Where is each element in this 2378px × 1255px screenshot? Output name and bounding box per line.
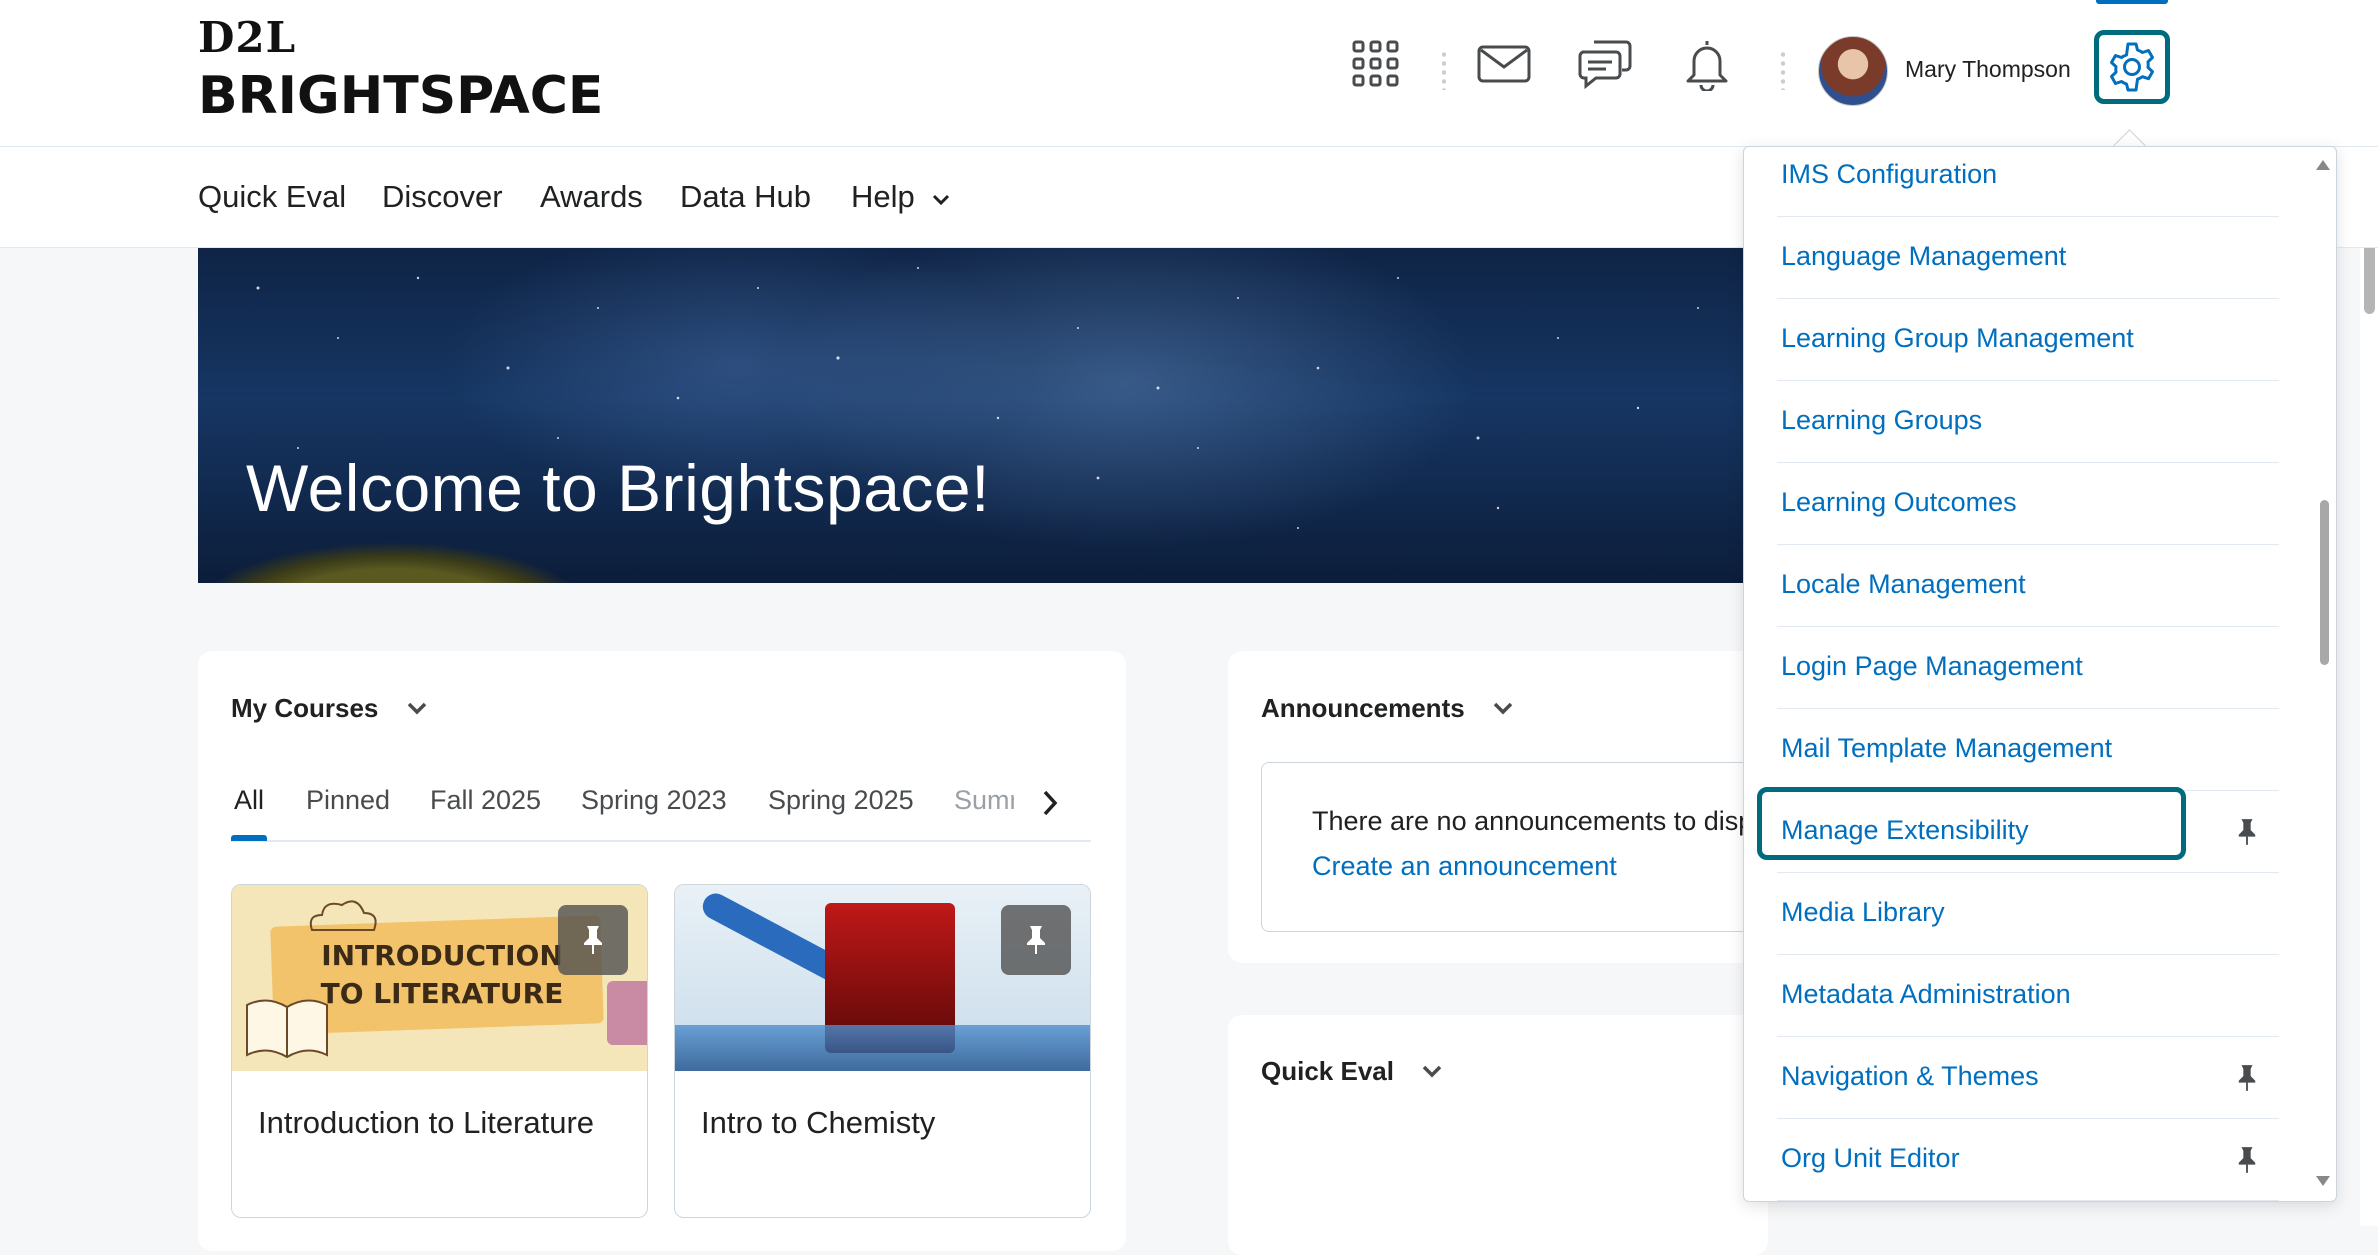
dropdown-scrollbar[interactable] (2317, 155, 2329, 1190)
gear-active-indicator (2096, 0, 2168, 4)
menu-item-label: Learning Groups (1781, 405, 1983, 435)
nav-discover[interactable]: Discover (382, 179, 503, 215)
my-courses-title: My Courses (231, 693, 379, 723)
nav-awards[interactable]: Awards (540, 179, 643, 215)
menu-item-metadata-administration[interactable]: Metadata Administration (1777, 955, 2279, 1037)
admin-tools-dropdown: IMS Configuration Language Management Le… (1743, 146, 2337, 1202)
logo-brightspace-text: BRIGHTSPACE (198, 66, 604, 126)
tab-fall-2025[interactable]: Fall 2025 (430, 785, 541, 816)
course-name: Introduction to Literature (258, 1105, 595, 1140)
user-avatar[interactable] (1818, 36, 1888, 106)
dropdown-scrollbar-thumb[interactable] (2320, 500, 2329, 665)
chevron-right-icon[interactable] (1040, 788, 1060, 818)
menu-item-label: Mail Template Management (1781, 733, 2113, 763)
logo-d2l-text: D2L (198, 13, 297, 62)
cloud-icon (309, 900, 377, 931)
announcements-title: Announcements (1261, 693, 1465, 723)
create-announcement-link[interactable]: Create an announcement (1312, 851, 1617, 882)
brightspace-logo[interactable]: D2L BRIGHTSPACE (198, 13, 604, 127)
user-name[interactable]: Mary Thompson (1905, 56, 2071, 83)
mail-icon[interactable] (1474, 34, 1534, 94)
chevron-down-icon[interactable] (1420, 1063, 1444, 1079)
menu-item-label: Org Unit Editor (1781, 1143, 1960, 1173)
pin-icon[interactable] (2236, 1063, 2258, 1093)
pin-icon[interactable] (2236, 817, 2258, 847)
active-tab-indicator (231, 835, 267, 841)
menu-item-label: Navigation & Themes (1781, 1061, 2039, 1091)
gear-icon (2106, 41, 2158, 93)
header-separator (1442, 50, 1446, 90)
tab-spring-2023[interactable]: Spring 2023 (581, 785, 727, 816)
admin-tools-button[interactable] (2094, 30, 2170, 104)
menu-item-mail-template-management[interactable]: Mail Template Management (1777, 709, 2279, 791)
menu-item-learning-outcomes[interactable]: Learning Outcomes (1777, 463, 2279, 545)
course-image-water (675, 1025, 1090, 1071)
menu-item-learning-groups[interactable]: Learning Groups (1777, 381, 2279, 463)
pin-icon[interactable] (2236, 1145, 2258, 1175)
pin-icon (1027, 926, 1045, 954)
menu-item-locale-management[interactable]: Locale Management (1777, 545, 2279, 627)
bell-icon[interactable] (1677, 34, 1737, 94)
header-separator (1781, 50, 1785, 90)
nav-help[interactable]: Help (851, 179, 951, 215)
chevron-down-icon[interactable] (405, 700, 429, 716)
menu-item-ims-configuration[interactable]: IMS Configuration (1777, 147, 2279, 217)
nav-help-label: Help (851, 179, 915, 214)
menu-item-label: Language Management (1781, 241, 2067, 271)
menu-item-media-library[interactable]: Media Library (1777, 873, 2279, 955)
menu-item-org-unit-editor[interactable]: Org Unit Editor (1777, 1119, 2279, 1201)
pin-icon (584, 926, 602, 954)
menu-item-label: Media Library (1781, 897, 1945, 927)
tab-spring-2025[interactable]: Spring 2025 (768, 785, 914, 816)
nav-quick-eval[interactable]: Quick Eval (198, 179, 346, 215)
chat-icon[interactable] (1575, 34, 1635, 94)
tabs-underline (231, 840, 1091, 842)
tab-all[interactable]: All (234, 785, 264, 816)
menu-item-navigation-themes[interactable]: Navigation & Themes (1777, 1037, 2279, 1119)
menu-item-login-page-management[interactable]: Login Page Management (1777, 627, 2279, 709)
nav-data-hub[interactable]: Data Hub (680, 179, 811, 215)
course-tile[interactable]: INTRODUCTION TO LITERATURE Introduction … (231, 884, 648, 1218)
course-image-text: INTRODUCTION TO LITERATURE (320, 939, 564, 1010)
quick-eval-title: Quick Eval (1261, 1056, 1394, 1086)
menu-item-label: Learning Outcomes (1781, 487, 2017, 517)
menu-item-language-management[interactable]: Language Management (1777, 217, 2279, 299)
menu-item-learning-group-management[interactable]: Learning Group Management (1777, 299, 2279, 381)
book-icon (246, 999, 328, 1059)
scroll-down-arrow-icon[interactable] (2316, 1176, 2330, 1186)
waffle-icon[interactable] (1346, 34, 1406, 94)
focus-ring (1757, 787, 2186, 860)
top-header: D2L BRIGHTSPACE Mary Thompson (0, 0, 2378, 147)
pin-button[interactable] (558, 905, 628, 975)
course-name: Intro to Chemisty (701, 1105, 936, 1140)
announcements-empty-box (1261, 762, 1763, 932)
menu-item-label: IMS Configuration (1781, 159, 1998, 189)
announcements-empty-text: There are no announcements to disp (1312, 806, 1754, 836)
hand-illustration (607, 981, 647, 1045)
chevron-down-icon (933, 194, 950, 206)
course-tile[interactable]: Intro to Chemisty (674, 884, 1091, 1218)
chevron-down-icon[interactable] (1491, 700, 1515, 716)
quick-eval-widget (1228, 1015, 1768, 1255)
scroll-up-arrow-icon[interactable] (2316, 160, 2330, 170)
welcome-banner: Welcome to Brightspace! (198, 248, 1743, 583)
menu-item-label: Locale Management (1781, 569, 2026, 599)
menu-item-label: Learning Group Management (1781, 323, 2134, 353)
menu-item-label: Login Page Management (1781, 651, 2083, 681)
menu-item-label: Metadata Administration (1781, 979, 2071, 1009)
banner-title: Welcome to Brightspace! (246, 451, 990, 525)
tab-summer[interactable]: Sumr (954, 785, 1014, 816)
tab-pinned[interactable]: Pinned (306, 785, 390, 816)
pin-button[interactable] (1001, 905, 1071, 975)
